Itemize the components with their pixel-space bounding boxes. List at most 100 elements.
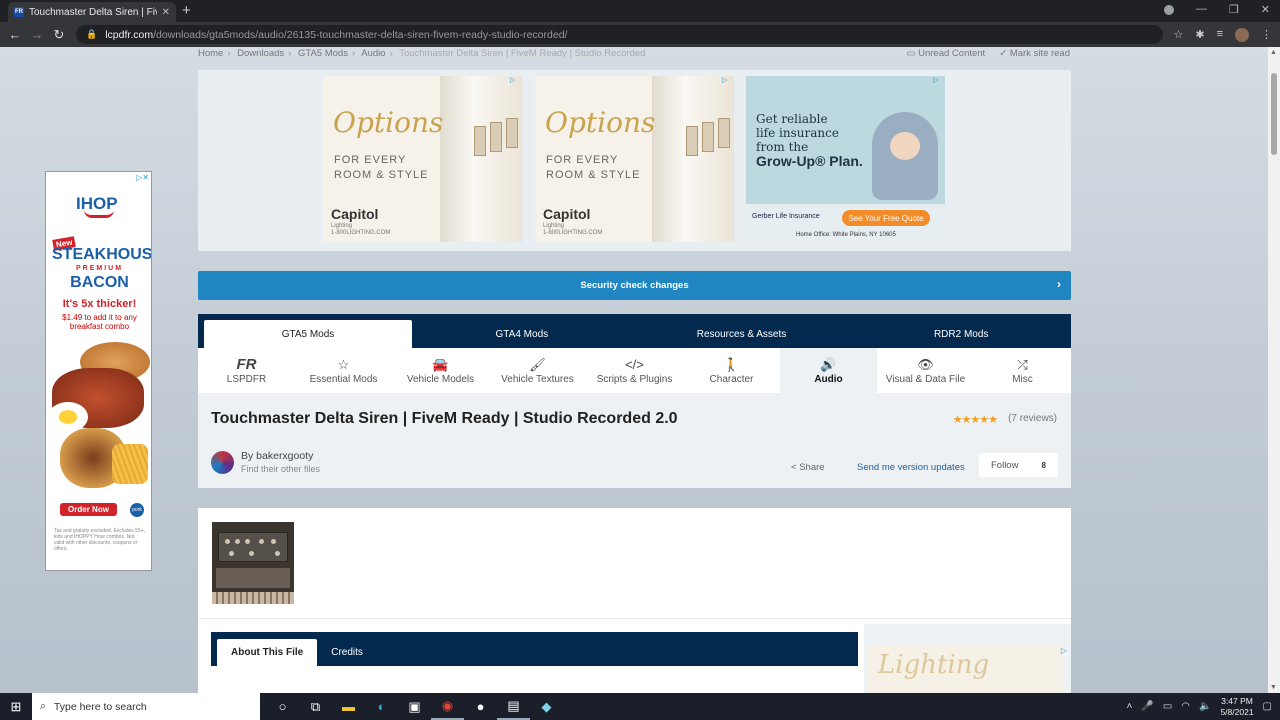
task-view-icon[interactable]: ⧉ xyxy=(299,693,332,720)
gerber-life-ad[interactable]: Get reliable life insurance from the Grow-… xyxy=(746,76,945,242)
url-path: /downloads/gta5mods/audio/26135-touchmas… xyxy=(153,28,568,41)
user-avatar[interactable] xyxy=(1235,27,1249,42)
new-tab-icon[interactable]: + xyxy=(182,2,191,19)
room-illustration xyxy=(652,76,734,242)
store-icon[interactable]: ▣ xyxy=(398,693,431,720)
free-quote-button[interactable]: See Your Free Quote xyxy=(842,210,930,226)
category-lspdfr[interactable]: FR LSPDFR xyxy=(198,348,295,393)
capitol-lighting-ad-2[interactable]: Options FOR EVERY ROOM & STYLE Capitol Lig… xyxy=(535,76,734,242)
star-icon: ☆ xyxy=(337,356,350,372)
ad-fineprint: Tax and gratuity excluded. Excludes 55+,… xyxy=(54,528,146,552)
follow-button[interactable]: Follow 8 xyxy=(979,453,1058,477)
code-icon: </> xyxy=(625,356,644,372)
tab-rdr2-mods[interactable]: RDR2 Mods xyxy=(851,320,1071,348)
category-character[interactable]: 🚶 Character xyxy=(683,348,780,393)
close-tab-icon[interactable]: ✕ xyxy=(162,7,170,18)
reload-icon[interactable]: ↻ xyxy=(48,27,70,43)
scroll-down-icon[interactable]: ▼ xyxy=(1270,684,1277,691)
adchoices-icon[interactable]: ▷ xyxy=(933,76,943,86)
order-now-button[interactable]: Order Now xyxy=(60,503,117,516)
notepad-icon[interactable]: ▤ xyxy=(497,693,530,720)
share-icon: < xyxy=(791,462,797,473)
browser-tab-title: Touchmaster Delta Siren | FiveM xyxy=(29,6,157,18)
adchoices-icon[interactable]: ▷ xyxy=(722,76,732,86)
unread-content-link[interactable]: ▭ Unread Content xyxy=(907,48,986,59)
avatar[interactable] xyxy=(211,450,234,474)
author-block: By bakerxgooty Find their other files xyxy=(211,450,320,474)
category-audio[interactable]: 🔊 Audio xyxy=(780,348,877,393)
file-explorer-icon[interactable]: ▬ xyxy=(332,693,365,720)
taskbar-clock[interactable]: 3:47 PM 5/8/2021 xyxy=(1220,696,1253,718)
reading-list-icon[interactable]: ≡ xyxy=(1217,28,1223,42)
product-name: STEAKHOUSEPREMIUMBACON xyxy=(52,246,152,291)
ihop-side-ad[interactable]: ▷✕ IHOP New STEAKHOUSEPREMIUMBACON It's … xyxy=(45,171,152,571)
taskbar-search[interactable]: ⌕ Type here to search xyxy=(32,693,260,720)
breadcrumb-downloads[interactable]: Downloads xyxy=(237,48,284,59)
chrome-icon[interactable]: ◉ xyxy=(431,693,464,720)
tab-credits[interactable]: Credits xyxy=(317,639,377,666)
adchoices-icon[interactable]: ▷ xyxy=(1061,646,1067,655)
breadcrumb-gta5mods[interactable]: GTA5 Mods xyxy=(298,48,348,59)
category-scripts-plugins[interactable]: </> Scripts & Plugins xyxy=(586,348,683,393)
adchoices-icon[interactable]: ▷ xyxy=(510,76,520,86)
restore-icon[interactable]: ❐ xyxy=(1229,3,1239,16)
find-other-files-link[interactable]: Find their other files xyxy=(241,464,320,474)
tab-gta5-mods[interactable]: GTA5 Mods xyxy=(204,320,412,348)
menu-kebab-icon[interactable]: ⋮ xyxy=(1261,28,1272,42)
breadcrumb-home[interactable]: Home xyxy=(198,48,223,59)
ad-copy: Get reliable life insurance from the Grow-… xyxy=(756,112,863,169)
notification-icon[interactable]: ▢ xyxy=(1263,701,1272,712)
minimize-icon[interactable]: — xyxy=(1196,3,1207,16)
ad-subline: FOR EVERY ROOM & STYLE xyxy=(334,154,429,181)
chevron-right-icon: › xyxy=(1057,277,1061,291)
edge-icon[interactable]: ◐ xyxy=(365,693,398,720)
category-essential-mods[interactable]: ☆ Essential Mods xyxy=(295,348,392,393)
browser-tab[interactable]: FR Touchmaster Delta Siren | FiveM ✕ xyxy=(8,2,176,22)
capitol-lighting-ad-1[interactable]: Options FOR EVERY ROOM & STYLE Capitol Lig… xyxy=(323,76,522,242)
network-icon[interactable]: ▭ xyxy=(1163,701,1172,712)
browser-tab-strip: FR Touchmaster Delta Siren | FiveM ✕ + —… xyxy=(0,0,1280,22)
eggs-image xyxy=(48,402,88,432)
search-placeholder: Type here to search xyxy=(53,700,147,713)
mark-read-link[interactable]: ✓ Mark site read xyxy=(999,48,1070,59)
app-icon[interactable]: ◆ xyxy=(530,693,563,720)
system-tray: ˄ 🎤 ▭ ◠ 🔈 3:47 PM 5/8/2021 ▢ xyxy=(1127,693,1272,720)
wifi-icon[interactable]: ◠ xyxy=(1181,701,1190,712)
tab-gta4-mods[interactable]: GTA4 Mods xyxy=(412,320,632,348)
share-button[interactable]: < Share xyxy=(791,462,825,473)
reviews-link[interactable]: (7 reviews) xyxy=(1008,413,1057,424)
profile-icon[interactable] xyxy=(1163,5,1174,15)
capitol-logo: Capitol Lighting 1-800LIGHTING.COM xyxy=(331,206,391,236)
adchoices-icon[interactable]: ▷✕ xyxy=(136,173,149,182)
scroll-up-icon[interactable]: ▲ xyxy=(1270,49,1277,56)
scrollbar-thumb[interactable] xyxy=(1271,73,1277,155)
file-screenshot-thumbnail[interactable] xyxy=(212,522,294,604)
category-vehicle-models[interactable]: 🚘 Vehicle Models xyxy=(392,348,489,393)
sidebar-ad[interactable]: Lighting ▷ xyxy=(864,624,1071,693)
page-scrollbar[interactable]: ▲ ▼ xyxy=(1268,47,1280,693)
back-icon[interactable]: ← xyxy=(4,27,26,42)
volume-icon[interactable]: 🔈 xyxy=(1199,701,1211,712)
send-updates-link[interactable]: Send me version updates xyxy=(857,462,965,473)
security-check-banner[interactable]: Security check changes › xyxy=(198,271,1071,300)
extensions-icon[interactable]: ✱ xyxy=(1195,28,1204,42)
category-vehicle-textures[interactable]: 🖌 Vehicle Textures xyxy=(489,348,586,393)
cortana-icon[interactable]: ○ xyxy=(266,693,299,720)
obs-icon[interactable]: ● xyxy=(464,693,497,720)
tray-chevron-icon[interactable]: ˄ xyxy=(1127,701,1133,712)
url-field[interactable]: 🔒 lcpdfr.com/downloads/gta5mods/audio/26… xyxy=(76,25,1164,44)
category-visual-data-file[interactable]: 👁 Visual & Data File xyxy=(877,348,974,393)
breadcrumb-audio[interactable]: Audio xyxy=(361,48,385,59)
author-name[interactable]: By bakerxgooty xyxy=(241,450,320,462)
tab-about-this-file[interactable]: About This File xyxy=(217,639,318,666)
forward-icon[interactable]: → xyxy=(26,27,48,42)
gerber-logo: Gerber Life Insurance xyxy=(752,213,820,220)
windows-start-icon[interactable]: ⊞ xyxy=(0,699,32,715)
person-icon: 🚶 xyxy=(723,356,740,372)
tab-resources-assets[interactable]: Resources & Assets xyxy=(632,320,852,348)
bookmark-star-icon[interactable]: ☆ xyxy=(1173,28,1183,42)
category-misc[interactable]: ⤮ Misc xyxy=(974,348,1071,393)
close-window-icon[interactable]: ✕ xyxy=(1261,3,1270,16)
ad-price: $1.49 to add it to any breakfast combo xyxy=(62,313,137,331)
microphone-icon[interactable]: 🎤 xyxy=(1141,701,1153,712)
